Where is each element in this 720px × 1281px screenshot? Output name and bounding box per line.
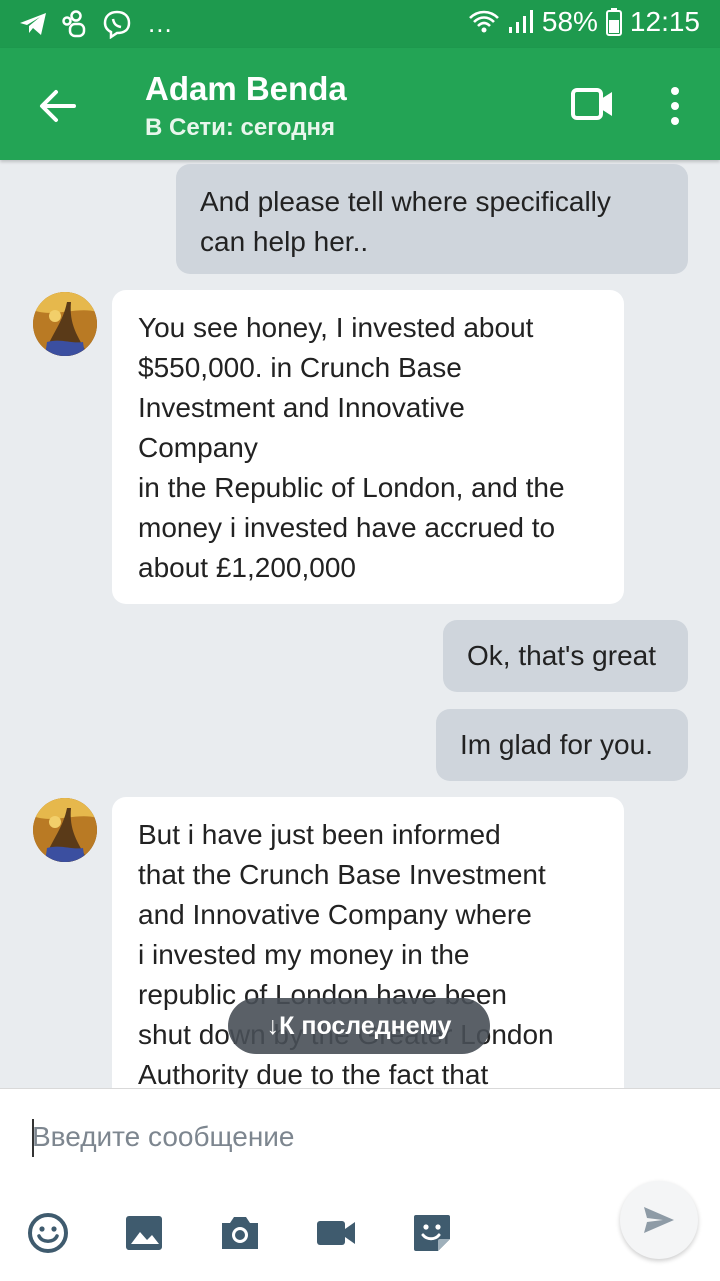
- status-bar: ... 58% 12:15: [0, 0, 720, 48]
- battery-percent: 58%: [541, 6, 598, 37]
- contact-avatar[interactable]: [33, 798, 97, 862]
- message-list[interactable]: And please tell where specifically can h…: [0, 160, 720, 1088]
- sticker-icon[interactable]: [410, 1211, 454, 1255]
- back-arrow-icon[interactable]: [34, 82, 82, 130]
- teams-icon: [62, 9, 86, 37]
- outgoing-message[interactable]: Ok, that's great: [443, 620, 688, 692]
- contact-avatar[interactable]: [33, 292, 97, 356]
- more-options-icon[interactable]: [660, 82, 690, 130]
- clock: 12:15: [629, 6, 700, 37]
- jump-to-latest-button[interactable]: ↓К последнему: [228, 998, 490, 1054]
- viber-icon: [103, 10, 131, 39]
- emoji-icon[interactable]: [26, 1211, 70, 1255]
- message-composer: [0, 1088, 720, 1281]
- outgoing-message[interactable]: And please tell where specifically can h…: [176, 164, 688, 274]
- chat-header: Adam Benda В Сети: сегодня: [0, 48, 720, 160]
- presence-status: В Сети: сегодня: [145, 114, 335, 141]
- telegram-icon: [20, 12, 46, 35]
- video-call-icon[interactable]: [570, 84, 616, 124]
- contact-name[interactable]: Adam Benda: [145, 70, 347, 108]
- incoming-message[interactable]: You see honey, I invested about $550,000…: [112, 290, 624, 604]
- more-notifications-indicator: ...: [148, 8, 173, 38]
- send-icon: [644, 1207, 674, 1233]
- signal-icon: [508, 10, 533, 33]
- gallery-icon[interactable]: [122, 1211, 166, 1255]
- send-button[interactable]: [620, 1181, 698, 1259]
- outgoing-message[interactable]: Im glad for you.: [436, 709, 688, 781]
- message-input[interactable]: [30, 1111, 594, 1163]
- wifi-icon: [468, 10, 499, 33]
- video-icon[interactable]: [314, 1211, 358, 1255]
- battery-icon: [605, 8, 622, 36]
- camera-icon[interactable]: [218, 1211, 262, 1255]
